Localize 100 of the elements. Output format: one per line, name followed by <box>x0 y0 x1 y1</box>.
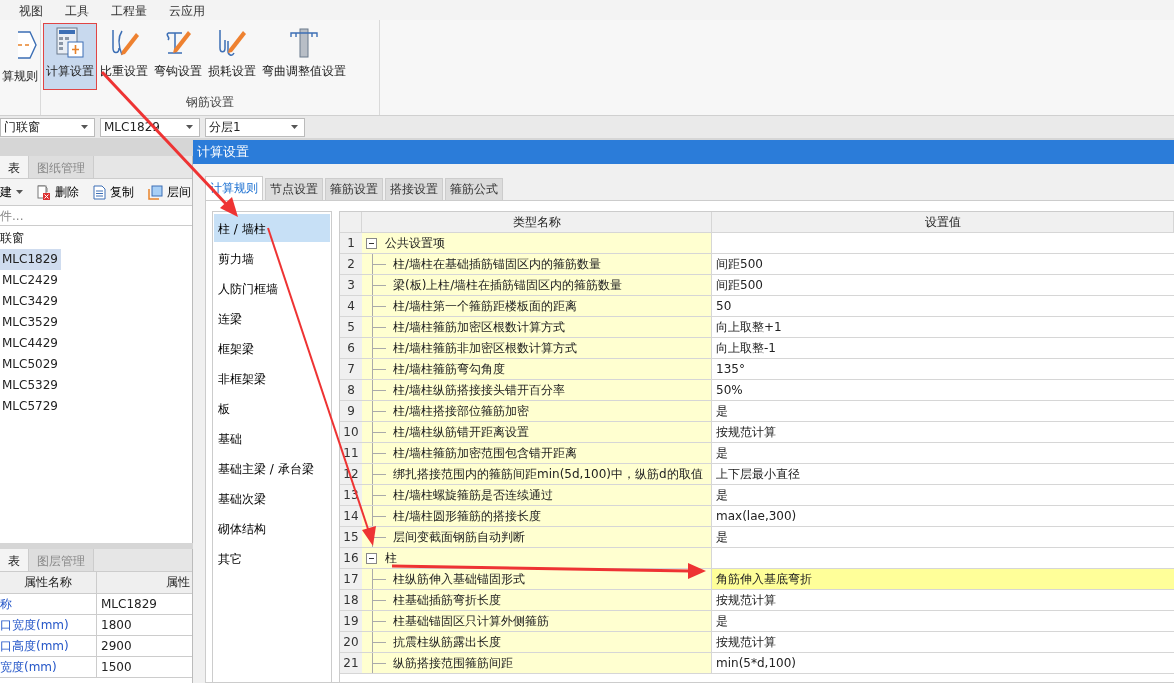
dialog-tab[interactable]: 搭接设置 <box>385 178 443 200</box>
property-name: 口高度(mm) <box>0 636 97 657</box>
tree-item[interactable]: MLC2429 <box>0 270 61 291</box>
toolbar-button[interactable]: 复制 <box>93 183 136 201</box>
dialog-tab[interactable]: 节点设置 <box>265 178 323 200</box>
toolbar-button[interactable]: 层间 <box>148 183 192 201</box>
category-item[interactable]: 其它 <box>214 544 330 574</box>
setting-name: 柱/墙柱搭接部位箍筋加密 <box>393 403 530 420</box>
dialog-title: 计算设置 <box>193 140 1174 164</box>
collapse-icon[interactable] <box>366 552 377 564</box>
setting-name: 梁(板)上柱/墙柱在插筋锚固区内的箍筋数量 <box>393 277 623 294</box>
panel-tab[interactable]: 表 <box>0 549 29 571</box>
ribbon-button-label[interactable]: 算规则 <box>2 68 38 85</box>
setting-name: 柱/墙柱第一个箍筋距楼板面的距离 <box>393 298 578 315</box>
setting-name: 柱纵筋伸入基础锚固形式 <box>393 571 525 588</box>
category-item[interactable]: 框架梁 <box>214 334 330 364</box>
tree-item[interactable]: MLC1829 <box>0 249 61 270</box>
tree-item[interactable]: MLC5329 <box>0 375 61 396</box>
tree-item[interactable]: MLC3429 <box>0 291 61 312</box>
category-item[interactable]: 板 <box>214 394 330 424</box>
caret-icon <box>291 125 298 129</box>
ribbon-button[interactable]: 弯曲调整值设置 <box>259 23 349 90</box>
group-name: 公共设置项 <box>385 235 445 252</box>
column-header: 类型名称 <box>362 212 712 233</box>
menu-item[interactable]: 工程量 <box>100 0 158 20</box>
menu-item[interactable]: 云应用 <box>158 0 216 20</box>
row-number: 10 <box>340 422 362 443</box>
row-number: 5 <box>340 317 362 338</box>
category-item[interactable]: 剪力墙 <box>214 244 330 274</box>
row-number: 18 <box>340 590 362 611</box>
setting-value[interactable]: 角筋伸入基底弯折 <box>712 569 1174 590</box>
category-item[interactable]: 柱 / 墙柱 <box>214 214 330 242</box>
tree-item[interactable]: MLC5729 <box>0 396 61 417</box>
row-number: 1 <box>340 233 362 254</box>
setting-name: 柱/墙柱箍筋非加密区根数计算方式 <box>393 340 578 357</box>
menu-item[interactable]: 视图 <box>8 0 54 20</box>
row-number: 8 <box>340 380 362 401</box>
ribbon-button[interactable]: 计算设置 <box>43 23 97 90</box>
dialog-tab[interactable]: 箍筋公式 <box>445 178 503 200</box>
row-number: 6 <box>340 338 362 359</box>
layers-icon <box>148 184 163 200</box>
category-item[interactable]: 连梁 <box>214 304 330 334</box>
setting-name: 柱/墙柱螺旋箍筋是否连续通过 <box>393 487 554 504</box>
delete-icon <box>37 184 51 200</box>
tree-item[interactable]: MLC3529 <box>0 312 61 333</box>
copy-icon <box>93 184 106 200</box>
setting-name: 柱/墙柱在基础插筋锚固区内的箍筋数量 <box>393 256 602 273</box>
calculator-icon <box>55 27 85 59</box>
ribbon-button[interactable]: 损耗设置 <box>205 23 259 90</box>
toolbar-button[interactable]: 删除 <box>37 183 81 201</box>
property-name: 口宽度(mm) <box>0 615 97 636</box>
caret-icon <box>81 125 88 129</box>
setting-name: 抗震柱纵筋露出长度 <box>393 634 501 651</box>
row-number: 15 <box>340 527 362 548</box>
category-item[interactable]: 基础 <box>214 424 330 454</box>
category-item[interactable]: 砌体结构 <box>214 514 330 544</box>
row-number: 19 <box>340 611 362 632</box>
rule-icon <box>18 30 38 60</box>
caret-icon <box>16 190 23 194</box>
ribbon-button[interactable]: 弯钩设置 <box>151 23 205 90</box>
category-item[interactable]: 基础主梁 / 承台梁 <box>214 454 330 484</box>
category-item[interactable]: 人防门框墙 <box>214 274 330 304</box>
category-item[interactable]: 非框架梁 <box>214 364 330 394</box>
row-number: 20 <box>340 632 362 653</box>
setting-name: 柱基础插筋弯折长度 <box>393 592 501 609</box>
group-label: 钢筋设置 <box>186 95 234 109</box>
collapse-icon[interactable] <box>366 237 377 249</box>
setting-name: 柱/墙柱箍筋加密范围包含错开距离 <box>393 445 578 462</box>
row-number: 14 <box>340 506 362 527</box>
column-header: 属性 <box>97 572 192 594</box>
toolbar-button[interactable]: 建 <box>0 183 25 201</box>
menu-item[interactable]: 工具 <box>54 0 100 20</box>
property-name: 宽度(mm) <box>0 657 97 678</box>
dropdown[interactable]: 门联窗 <box>0 117 95 137</box>
row-number: 11 <box>340 443 362 464</box>
column-header: 属性名称 <box>0 572 97 594</box>
setting-name: 柱/墙柱纵筋错开距离设置 <box>393 424 530 441</box>
setting-name: 柱/墙柱纵筋搭接接头错开百分率 <box>393 382 566 399</box>
row-number: 2 <box>340 254 362 275</box>
group-name: 柱 <box>385 550 397 567</box>
panel-tab[interactable]: 表 <box>0 156 29 178</box>
setting-name: 柱/墙柱圆形箍筋的搭接长度 <box>393 508 542 525</box>
setting-name: 层间变截面钢筋自动判断 <box>393 529 525 546</box>
category-item[interactable]: 基础次梁 <box>214 484 330 514</box>
column-header: 设置值 <box>712 212 1174 233</box>
setting-name: 绑扎搭接范围内的箍筋间距min(5d,100)中，纵筋d的取值 <box>393 466 703 483</box>
caret-icon <box>186 125 193 129</box>
tree-item[interactable]: 联窗 <box>0 228 24 249</box>
dialog-tab[interactable]: 箍筋设置 <box>325 178 383 200</box>
row-number: 21 <box>340 653 362 674</box>
tree-item[interactable]: MLC5029 <box>0 354 61 375</box>
column-icon <box>288 27 320 59</box>
rebar-pencil-icon <box>216 27 248 59</box>
setting-name: 纵筋搭接范围箍筋间距 <box>393 655 513 672</box>
row-number: 17 <box>340 569 362 590</box>
row-number: 7 <box>340 359 362 380</box>
dropdown[interactable]: 分层1 <box>205 117 305 137</box>
property-name: 称 <box>0 594 97 615</box>
row-number: 4 <box>340 296 362 317</box>
tree-item[interactable]: MLC4429 <box>0 333 61 354</box>
